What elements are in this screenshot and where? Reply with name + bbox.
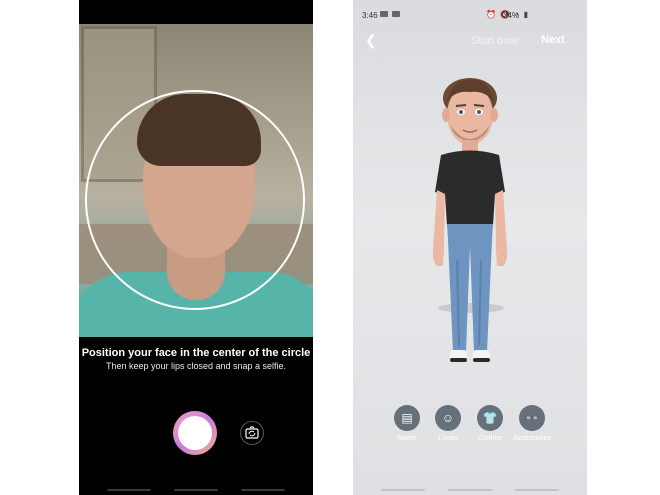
start-over-button[interactable]: Start over: [471, 35, 519, 47]
nav-bar-segment: [515, 489, 559, 491]
nav-bar-segment: [448, 489, 492, 491]
image-notification-icon: [392, 11, 400, 17]
camera-preview: [79, 24, 313, 337]
chevron-left-icon[interactable]: ❮: [365, 32, 377, 49]
tool-label: Accessories: [513, 435, 551, 442]
instruction-title: Position your face in the center of the …: [81, 347, 311, 359]
nav-bar-segment: [174, 489, 218, 491]
instruction-subtitle: Then keep your lips closed and snap a se…: [105, 361, 287, 371]
switch-camera-button[interactable]: [240, 421, 264, 445]
avatar-figure[interactable]: [353, 60, 587, 380]
message-notification-icon: [380, 11, 388, 17]
status-bar: 3:46 ⏰ 🔇 ◔ ▮ 74%: [353, 0, 587, 28]
top-bar: ❮ Start over Next: [353, 28, 587, 54]
id-card-icon: ▤: [394, 405, 420, 431]
face-icon: ☺: [435, 405, 461, 431]
nav-bar-segment: [107, 489, 151, 491]
battery-level: 74%: [503, 11, 520, 20]
selfie-instructions: Position your face in the center of the …: [79, 346, 313, 373]
shutter-button-inner: [178, 416, 212, 450]
next-button[interactable]: Next: [541, 34, 565, 46]
tool-accessories[interactable]: 👓 Accessories: [507, 405, 557, 442]
nav-bar-segment: [381, 489, 425, 491]
shutter-button[interactable]: [173, 411, 217, 455]
avatar-editor-screen: 3:46 ⏰ 🔇 ◔ ▮ 74% ❮ Start over Next ▤ Nam…: [353, 0, 587, 495]
glasses-icon: 👓: [519, 405, 545, 431]
status-time: 3:46: [362, 11, 378, 20]
nav-bar-segment: [241, 489, 285, 491]
face-guide-circle: [85, 90, 305, 310]
camera-flip-icon: [245, 426, 259, 439]
selfie-screen: Position your face in the center of the …: [79, 0, 313, 495]
shirt-icon: 👕: [477, 405, 503, 431]
